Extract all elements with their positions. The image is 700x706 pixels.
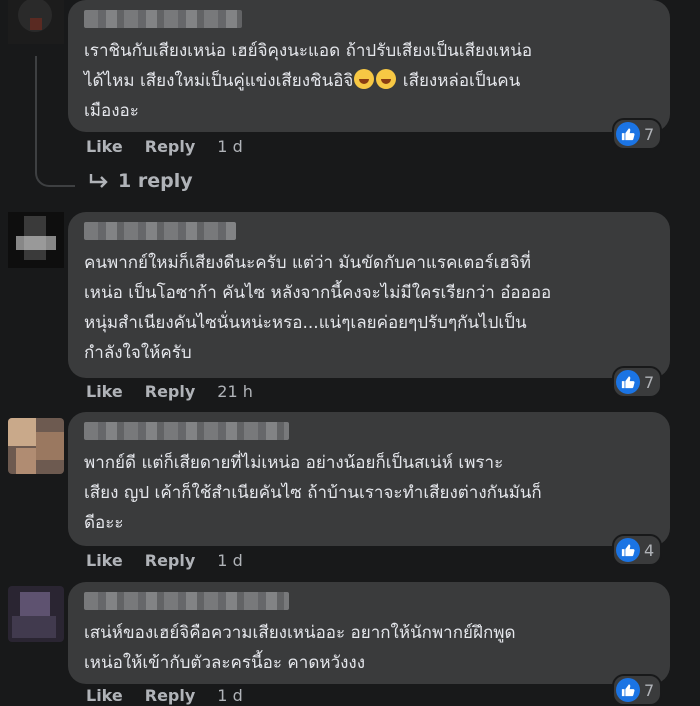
comment-bubble: คนพากย์ใหม่ก็เสียงดีนะครับ แต่ว่า มันขัด… [68, 212, 670, 378]
reply-button[interactable]: Reply [145, 686, 196, 705]
like-button[interactable]: Like [86, 686, 123, 705]
laughing-face-icon [376, 69, 397, 89]
comment-text: เราชินกับเสียงเหน่อ เฮย์จิคุงนะแอด ถ้าปร… [84, 41, 533, 121]
reaction-count: 7 [644, 680, 655, 700]
avatar[interactable] [8, 418, 64, 474]
reaction-count: 4 [644, 540, 655, 560]
reaction-count: 7 [644, 372, 655, 392]
timestamp[interactable]: 1 d [217, 137, 242, 156]
comment-1: เราชินกับเสียงเหน่อ เฮย์จิคุงนะแอด ถ้าปร… [0, 0, 700, 200]
comment-2: คนพากย์ใหม่ก็เสียงดีนะครับ แต่ว่า มันขัด… [0, 212, 700, 412]
comment-4: เสน่ห์ของเฮย์จิคือความเสียงเหน่ออะ อยากใ… [0, 582, 700, 706]
reaction-summary[interactable]: 4 [612, 534, 663, 566]
reaction-summary[interactable]: 7 [612, 674, 663, 706]
reply-button[interactable]: Reply [145, 382, 196, 401]
comment-bubble: เสน่ห์ของเฮย์จิคือความเสียงเหน่ออะ อยากใ… [68, 582, 670, 684]
comment-actions: Like Reply 1 d [86, 551, 243, 570]
thumbs-up-icon [616, 678, 640, 702]
reaction-count: 7 [644, 124, 655, 144]
thumbs-up-icon [616, 538, 640, 562]
thumbs-up-icon [616, 122, 640, 146]
comment-text: เสน่ห์ของเฮย์จิคือความเสียงเหน่ออะ อยากใ… [84, 623, 516, 673]
comment-text: พากย์ดี แต่ก็เสียดายที่ไม่เหน่อ อย่างน้อ… [84, 453, 542, 533]
author-name-blurred[interactable] [84, 222, 236, 240]
author-name-blurred[interactable] [84, 592, 289, 610]
timestamp[interactable]: 1 d [217, 551, 242, 570]
reaction-summary[interactable]: 7 [612, 366, 663, 398]
author-name-blurred[interactable] [84, 10, 242, 28]
reply-arrow-icon [89, 174, 108, 188]
avatar[interactable] [8, 212, 64, 268]
avatar[interactable] [8, 0, 64, 44]
like-button[interactable]: Like [86, 551, 123, 570]
timestamp[interactable]: 1 d [217, 686, 242, 705]
comment-actions: Like Reply 21 h [86, 382, 253, 401]
reply-button[interactable]: Reply [145, 551, 196, 570]
comment-text: คนพากย์ใหม่ก็เสียงดีนะครับ แต่ว่า มันขัด… [84, 253, 552, 363]
like-button[interactable]: Like [86, 382, 123, 401]
comment-bubble: พากย์ดี แต่ก็เสียดายที่ไม่เหน่อ อย่างน้อ… [68, 412, 670, 546]
thumbs-up-icon [616, 370, 640, 394]
laughing-face-icon [354, 69, 375, 89]
author-name-blurred[interactable] [84, 422, 289, 440]
comment-3: พากย์ดี แต่ก็เสียดายที่ไม่เหน่อ อย่างน้อ… [0, 412, 700, 582]
view-replies-link[interactable]: 1 reply [88, 170, 193, 192]
like-button[interactable]: Like [86, 137, 123, 156]
avatar[interactable] [8, 586, 64, 642]
timestamp[interactable]: 21 h [217, 382, 253, 401]
reply-button[interactable]: Reply [145, 137, 196, 156]
comment-bubble: เราชินกับเสียงเหน่อ เฮย์จิคุงนะแอด ถ้าปร… [68, 0, 670, 132]
reaction-summary[interactable]: 7 [612, 118, 663, 150]
replies-count-label: 1 reply [118, 170, 193, 192]
comment-actions: Like Reply 1 d [86, 137, 243, 156]
comment-actions: Like Reply 1 d [86, 686, 243, 705]
